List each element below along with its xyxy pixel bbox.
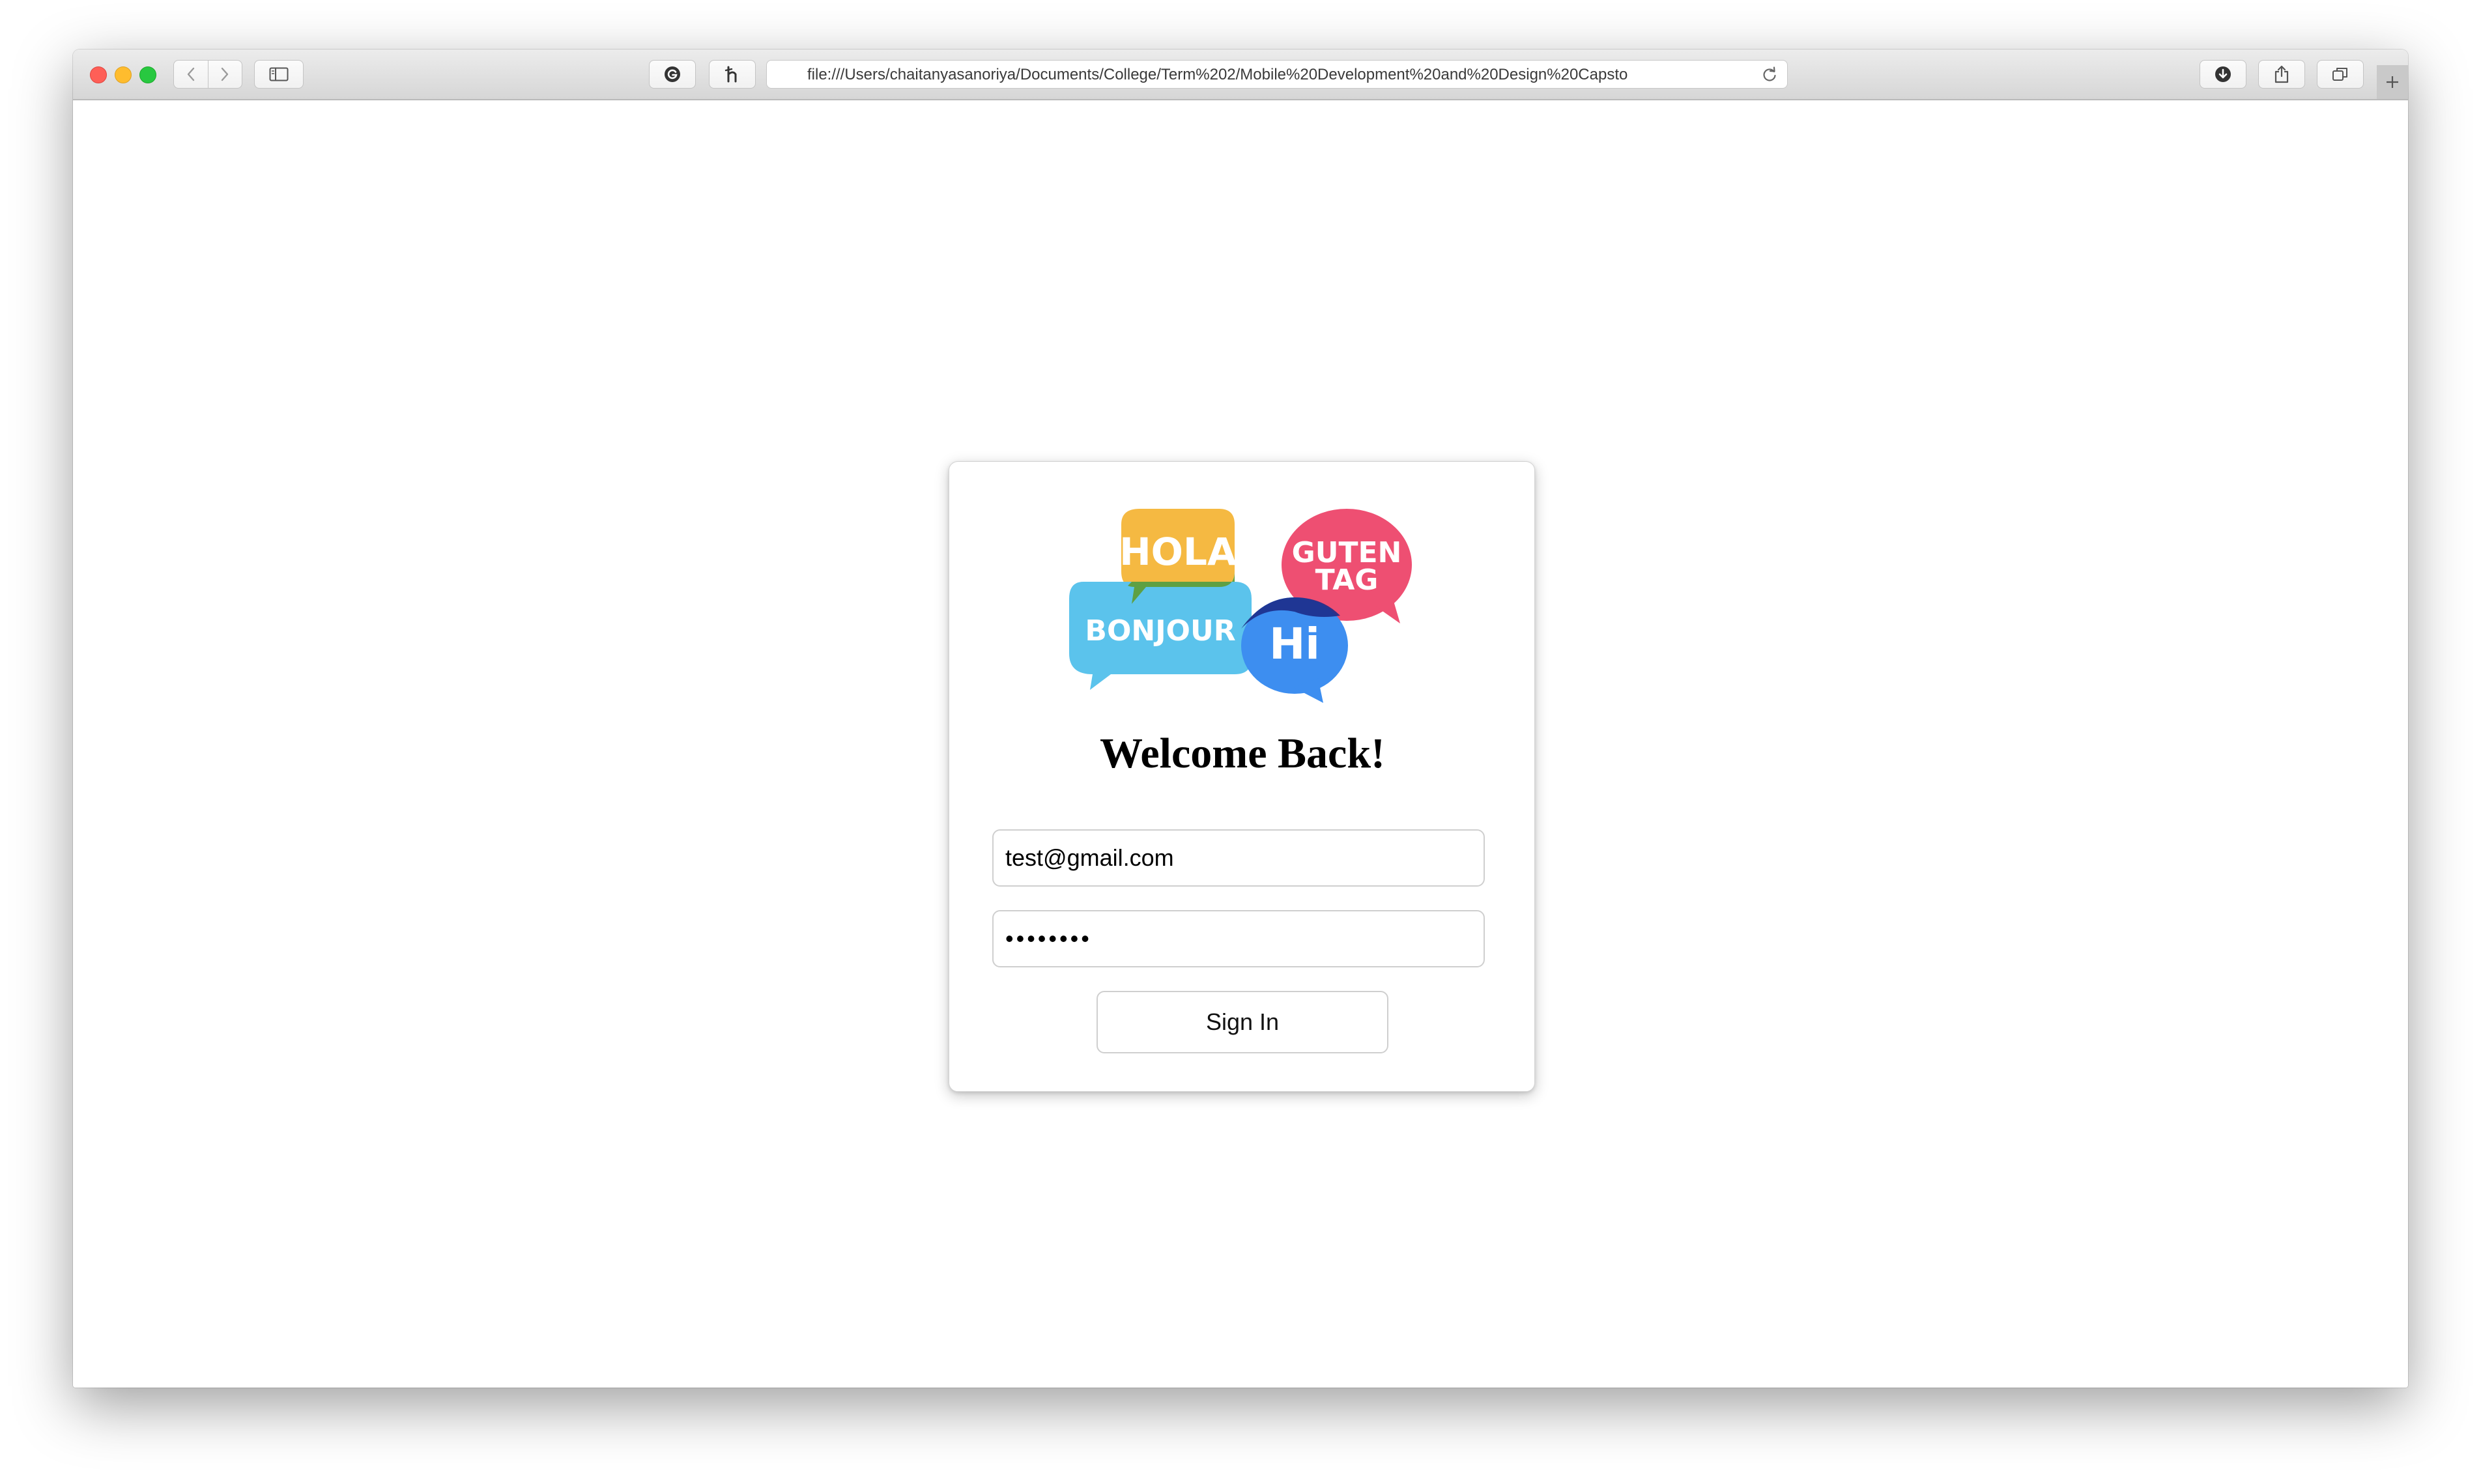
chevron-left-icon: [187, 67, 194, 81]
honey-icon: [724, 66, 737, 83]
hola-word: HOLA: [1119, 530, 1237, 574]
email-field[interactable]: [992, 829, 1485, 887]
downloads-button[interactable]: [2200, 60, 2246, 89]
sidebar-icon: [269, 67, 289, 81]
download-icon: [2215, 66, 2231, 82]
browser-window: file:///Users/chaitanyasanoriya/Document…: [73, 50, 2408, 1388]
speech-bubbles-logo: HOLA GUTEN TAG BONJOUR Hi: [1069, 509, 1412, 703]
screen: file:///Users/chaitanyasanoriya/Document…: [0, 0, 2481, 1484]
grammarly-icon: [665, 66, 680, 82]
tag-word: TAG: [1315, 564, 1379, 597]
welcome-heading: Welcome Back!: [1099, 730, 1386, 777]
back-button[interactable]: [174, 61, 208, 88]
navigation-buttons: [173, 60, 242, 89]
tab-overview-button[interactable]: [2317, 60, 2364, 89]
address-bar[interactable]: file:///Users/chaitanyasanoriya/Document…: [766, 60, 1788, 89]
grammarly-extension-button[interactable]: [649, 60, 696, 89]
honey-extension-button[interactable]: [709, 60, 756, 89]
browser-toolbar: file:///Users/chaitanyasanoriya/Document…: [73, 50, 2408, 100]
password-field[interactable]: [992, 910, 1485, 967]
tab-overview-icon: [2332, 68, 2347, 81]
address-url: file:///Users/chaitanyasanoriya/Document…: [807, 66, 1628, 83]
forward-button[interactable]: [208, 61, 242, 88]
login-card: HOLA GUTEN TAG BONJOUR Hi Welcome Back! …: [949, 461, 1535, 1092]
hi-word: Hi: [1269, 619, 1320, 669]
sidebar-toggle-button[interactable]: [254, 60, 304, 89]
close-window-button[interactable]: [90, 66, 107, 83]
bonjour-word: BONJOUR: [1085, 614, 1235, 648]
chevron-right-icon: [222, 67, 229, 81]
reload-icon[interactable]: [1761, 66, 1778, 83]
new-tab-button[interactable]: [2377, 65, 2408, 99]
sign-in-button[interactable]: Sign In: [1097, 991, 1388, 1053]
page-content: HOLA GUTEN TAG BONJOUR Hi Welcome Back! …: [73, 100, 2408, 1388]
plus-icon: [2387, 76, 2398, 88]
minimize-window-button[interactable]: [115, 66, 132, 83]
share-icon: [2274, 65, 2289, 83]
maximize-window-button[interactable]: [139, 66, 156, 83]
share-button[interactable]: [2258, 60, 2305, 89]
